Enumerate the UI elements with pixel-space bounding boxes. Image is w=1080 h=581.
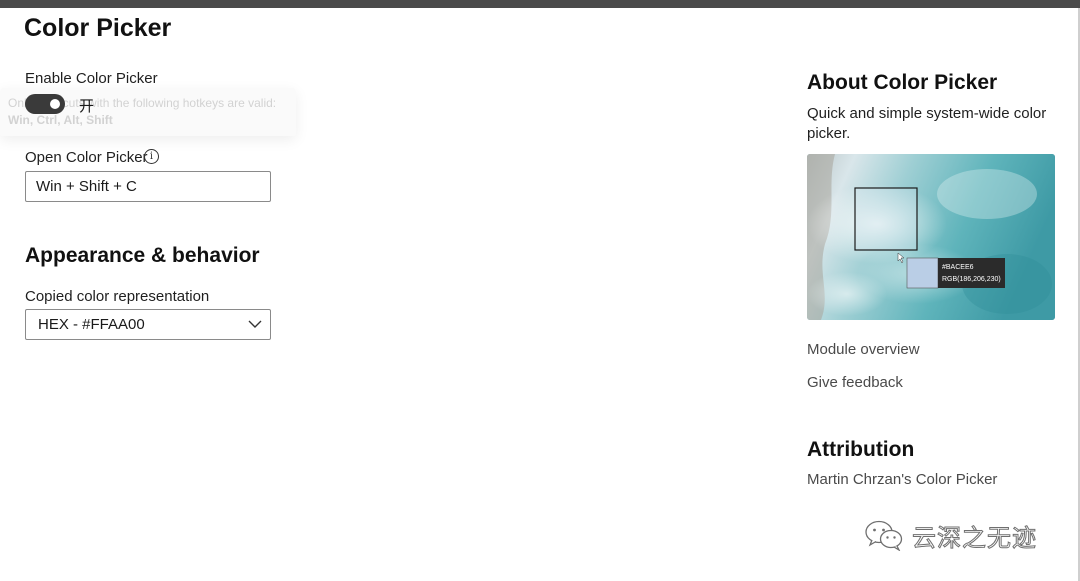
copied-color-representation-label: Copied color representation xyxy=(25,288,210,305)
preview-illustration: #BACEE6 RGB(186,206,230) xyxy=(807,154,1055,320)
watermark-text: 云深之无迹 xyxy=(912,524,1037,552)
preview-hex-label: #BACEE6 xyxy=(942,264,974,271)
wechat-icon xyxy=(865,520,903,551)
enable-color-picker-toggle[interactable] xyxy=(25,94,65,114)
color-format-select[interactable]: HEX - #FFAA00 xyxy=(25,309,271,340)
toggle-state-label: 开 xyxy=(79,98,95,115)
chevron-down-icon xyxy=(248,320,262,328)
toggle-knob xyxy=(50,99,60,109)
give-feedback-link[interactable]: Give feedback xyxy=(807,374,903,391)
about-description: Quick and simple system-wide color picke… xyxy=(807,105,1047,142)
shortcut-input[interactable]: Win + Shift + C xyxy=(25,171,271,202)
open-color-picker-label: Open Color Picker xyxy=(25,149,148,166)
color-picker-preview-image: #BACEE6 RGB(186,206,230) xyxy=(807,154,1055,320)
page-title: Color Picker xyxy=(24,14,172,42)
preview-rgb-label: RGB(186,206,230) xyxy=(942,276,1001,283)
attribution-section-title: Attribution xyxy=(807,438,915,461)
appearance-section-title: Appearance & behavior xyxy=(25,244,260,267)
watermark: 云深之无迹 xyxy=(864,518,1037,552)
tooltip-hotkeys: Win, Ctrl, Alt, Shift xyxy=(8,113,113,127)
enable-color-picker-label: Enable Color Picker xyxy=(25,70,158,87)
color-format-selected-value: HEX - #FFAA00 xyxy=(38,316,145,333)
window-titlebar xyxy=(0,0,1080,8)
module-overview-link[interactable]: Module overview xyxy=(807,341,920,358)
info-icon[interactable]: i xyxy=(144,149,159,164)
about-section-title: About Color Picker xyxy=(807,71,998,94)
attribution-text: Martin Chrzan's Color Picker xyxy=(807,471,998,488)
